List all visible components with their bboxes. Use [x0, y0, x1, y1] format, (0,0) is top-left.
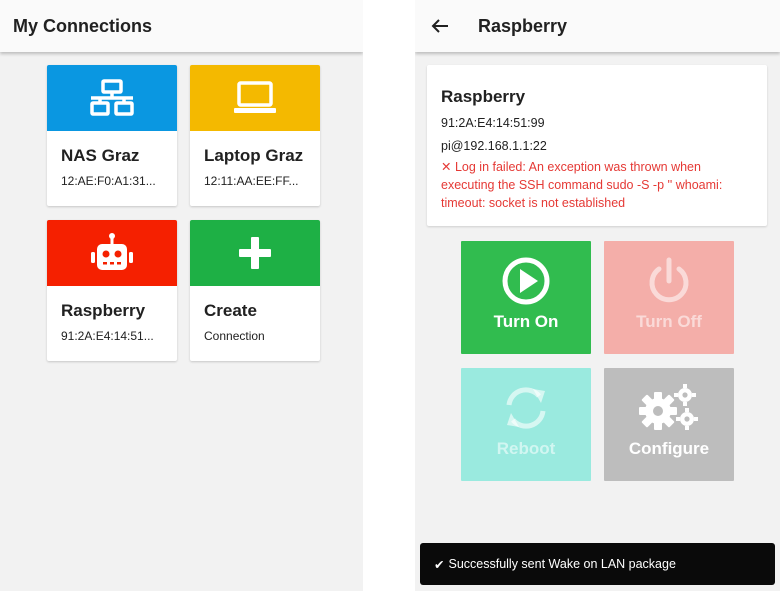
configure-button[interactable]: Configure	[604, 368, 734, 481]
tile-name: Create	[204, 301, 257, 320]
action-label: Reboot	[496, 439, 556, 458]
app-bar: My Connections	[0, 0, 363, 52]
plus-icon	[239, 237, 271, 269]
ssh-address: pi@192.168.1.1:22	[441, 139, 547, 153]
connection-tile-raspberry[interactable]: Raspberry 91:2A:E4:14:51...	[47, 220, 177, 361]
page-title: My Connections	[13, 15, 153, 36]
laptop-icon	[234, 81, 276, 113]
snackbar-text: Successfully sent Wake on LAN package	[448, 557, 676, 571]
arrow-left-icon	[431, 19, 448, 33]
power-off-icon	[649, 257, 689, 303]
tile-mac: 91:2A:E4:14:51...	[61, 329, 154, 343]
connections-screen: My Connections NAS Graz 12:AE:F0:A1:31..…	[0, 0, 363, 591]
action-label: Configure	[628, 439, 710, 458]
tile-header	[47, 65, 177, 131]
snackbar: ✔ Successfully sent Wake on LAN package	[420, 543, 775, 585]
action-label: Turn On	[493, 312, 559, 331]
error-text: Log in failed: An exception was thrown w…	[441, 160, 723, 210]
create-connection-tile[interactable]: Create Connection	[190, 220, 320, 361]
network-icon	[90, 79, 134, 116]
error-message: ✕ Log in failed: An exception was thrown…	[441, 158, 753, 212]
tile-mac: 12:AE:F0:A1:31...	[61, 174, 156, 188]
connection-detail-screen: Raspberry Raspberry 91:2A:E4:14:51:99 pi…	[415, 0, 780, 591]
tile-name: Raspberry	[61, 301, 146, 320]
mac-address: 91:2A:E4:14:51:99	[441, 116, 545, 130]
back-button[interactable]	[422, 8, 458, 44]
gears-icon	[639, 384, 698, 430]
turn-on-button[interactable]: Turn On	[461, 241, 591, 354]
tile-name: Laptop Graz	[204, 146, 304, 165]
tile-header	[47, 220, 177, 286]
robot-icon	[91, 233, 133, 270]
refresh-icon	[506, 387, 546, 429]
error-x-icon: ✕	[441, 160, 452, 174]
connection-info-card: Raspberry 91:2A:E4:14:51:99 pi@192.168.1…	[427, 65, 767, 226]
action-label: Turn Off	[636, 312, 702, 331]
power-on-icon	[502, 257, 550, 305]
turn-off-button[interactable]: Turn Off	[604, 241, 734, 354]
tile-header	[190, 220, 320, 286]
tile-name: NAS Graz	[61, 146, 140, 165]
app-bar: Raspberry	[415, 0, 780, 52]
connection-tile-laptop-graz[interactable]: Laptop Graz 12:11:AA:EE:FF...	[190, 65, 320, 206]
check-icon: ✔	[434, 557, 445, 572]
page-title: Raspberry	[478, 15, 568, 36]
tile-mac: 12:11:AA:EE:FF...	[204, 174, 299, 188]
connection-name: Raspberry	[441, 87, 526, 106]
reboot-button[interactable]: Reboot	[461, 368, 591, 481]
tile-subtitle: Connection	[204, 329, 265, 343]
tile-header	[190, 65, 320, 131]
connection-tile-nas-graz[interactable]: NAS Graz 12:AE:F0:A1:31...	[47, 65, 177, 206]
